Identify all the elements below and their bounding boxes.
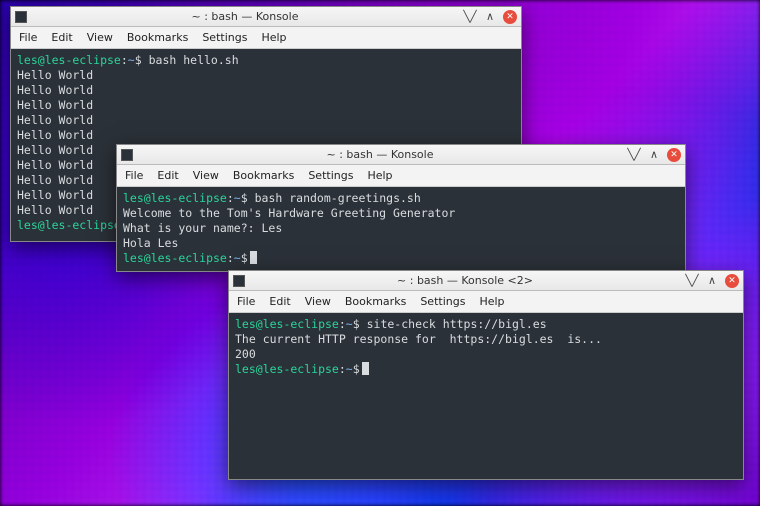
output-line: What is your name?: Les	[123, 221, 282, 235]
output-line: Hello World	[17, 143, 93, 157]
window-title: ~ : bash — Konsole	[139, 148, 621, 161]
prompt: les@les-eclipse	[235, 317, 339, 331]
menu-view[interactable]: View	[305, 295, 331, 308]
output-line: Hello World	[17, 98, 93, 112]
minimize-button[interactable]: ╲╱	[685, 274, 699, 288]
window-title: ~ : bash — Konsole <2>	[251, 274, 679, 287]
menu-edit[interactable]: Edit	[51, 31, 72, 44]
output-line: Hello World	[17, 128, 93, 142]
output-line: The current HTTP response for https://bi…	[235, 332, 602, 346]
menu-bookmarks[interactable]: Bookmarks	[127, 31, 188, 44]
app-icon	[15, 11, 27, 23]
titlebar[interactable]: ~ : bash — Konsole ╲╱ ∧ ✕	[117, 145, 685, 165]
output-line: Hello World	[17, 113, 93, 127]
maximize-button[interactable]: ∧	[705, 274, 719, 288]
minimize-button[interactable]: ╲╱	[463, 10, 477, 24]
cursor	[362, 362, 369, 375]
menu-edit[interactable]: Edit	[269, 295, 290, 308]
output-line: Hello World	[17, 188, 93, 202]
menubar: File Edit View Bookmarks Settings Help	[11, 27, 521, 49]
prompt: les@les-eclipse	[235, 362, 339, 376]
maximize-button[interactable]: ∧	[647, 148, 661, 162]
prompt: les@les-eclipse	[123, 191, 227, 205]
terminal-body[interactable]: les@les-eclipse:~$ site-check https://bi…	[229, 313, 743, 479]
window-title: ~ : bash — Konsole	[33, 10, 457, 23]
cursor	[250, 251, 257, 264]
close-button[interactable]: ✕	[725, 274, 739, 288]
menubar: File Edit View Bookmarks Settings Help	[229, 291, 743, 313]
prompt: les@les-eclipse	[123, 251, 227, 265]
terminal-window-3[interactable]: ~ : bash — Konsole <2> ╲╱ ∧ ✕ File Edit …	[228, 270, 744, 480]
command: bash hello.sh	[149, 53, 239, 67]
command: site-check https://bigl.es	[367, 317, 547, 331]
app-icon	[233, 275, 245, 287]
menu-help[interactable]: Help	[261, 31, 286, 44]
close-button[interactable]: ✕	[667, 148, 681, 162]
command: bash random-greetings.sh	[255, 191, 421, 205]
menubar: File Edit View Bookmarks Settings Help	[117, 165, 685, 187]
menu-file[interactable]: File	[125, 169, 143, 182]
output-line: Hola Les	[123, 236, 178, 250]
menu-view[interactable]: View	[193, 169, 219, 182]
menu-file[interactable]: File	[237, 295, 255, 308]
output-line: Hello World	[17, 203, 93, 217]
menu-edit[interactable]: Edit	[157, 169, 178, 182]
output-line: Welcome to the Tom's Hardware Greeting G…	[123, 206, 455, 220]
menu-settings[interactable]: Settings	[308, 169, 353, 182]
output-line: Hello World	[17, 68, 93, 82]
output-line: Hello World	[17, 158, 93, 172]
menu-file[interactable]: File	[19, 31, 37, 44]
menu-help[interactable]: Help	[367, 169, 392, 182]
menu-view[interactable]: View	[87, 31, 113, 44]
menu-bookmarks[interactable]: Bookmarks	[233, 169, 294, 182]
output-line: Hello World	[17, 83, 93, 97]
menu-settings[interactable]: Settings	[420, 295, 465, 308]
terminal-window-2[interactable]: ~ : bash — Konsole ╲╱ ∧ ✕ File Edit View…	[116, 144, 686, 272]
menu-help[interactable]: Help	[479, 295, 504, 308]
menu-bookmarks[interactable]: Bookmarks	[345, 295, 406, 308]
titlebar[interactable]: ~ : bash — Konsole ╲╱ ∧ ✕	[11, 7, 521, 27]
titlebar[interactable]: ~ : bash — Konsole <2> ╲╱ ∧ ✕	[229, 271, 743, 291]
maximize-button[interactable]: ∧	[483, 10, 497, 24]
output-line: 200	[235, 347, 256, 361]
minimize-button[interactable]: ╲╱	[627, 148, 641, 162]
close-button[interactable]: ✕	[503, 10, 517, 24]
app-icon	[121, 149, 133, 161]
prompt: les@les-eclipse	[17, 53, 121, 67]
terminal-body[interactable]: les@les-eclipse:~$ bash random-greetings…	[117, 187, 685, 271]
menu-settings[interactable]: Settings	[202, 31, 247, 44]
prompt: les@les-eclipse	[17, 218, 121, 232]
output-line: Hello World	[17, 173, 93, 187]
